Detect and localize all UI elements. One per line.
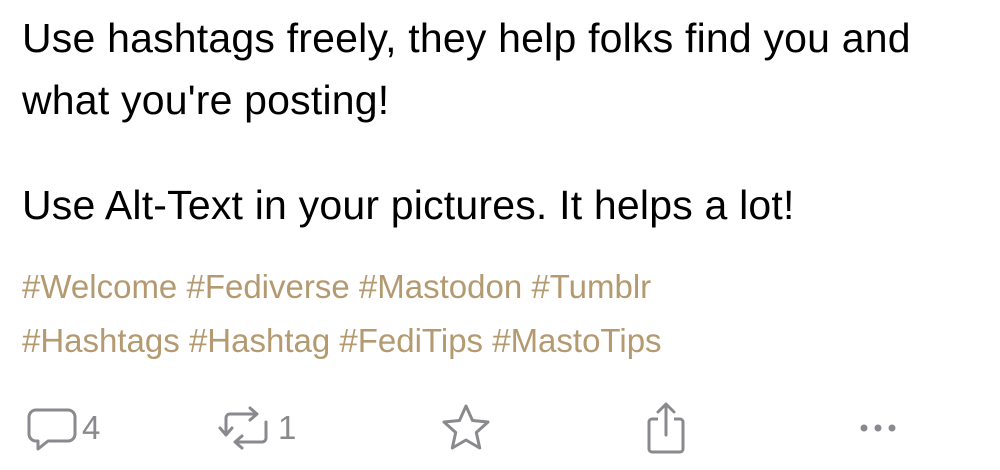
reply-count: 4 — [82, 409, 101, 446]
hashtag-hashtags[interactable]: #Hashtags — [22, 322, 180, 359]
ellipsis-icon — [860, 424, 896, 432]
hashtag-mastotips[interactable]: #MastoTips — [492, 322, 661, 359]
hashtag-tumblr[interactable]: #Tumblr — [531, 268, 651, 305]
share-icon — [647, 402, 685, 454]
post-text-paragraph-2: Use Alt-Text in your pictures. It helps … — [22, 182, 795, 228]
post-text-paragraph-1: Use hashtags freely, they help folks fin… — [22, 15, 911, 123]
boost-arrows-icon — [218, 406, 268, 450]
post: Use hashtags freely, they help folks fin… — [22, 0, 992, 470]
boost-count: 1 — [278, 409, 297, 446]
hashtag-mastodon[interactable]: #Mastodon — [359, 268, 522, 305]
hashtag-welcome[interactable]: #Welcome — [22, 268, 177, 305]
hashtag-list: #Welcome #Fediverse #Mastodon #Tumblr #H… — [22, 260, 922, 368]
post-action-bar: 4 1 — [22, 398, 992, 458]
boost-button[interactable]: 1 — [218, 398, 296, 458]
more-options-button[interactable] — [850, 398, 906, 458]
share-button[interactable] — [644, 398, 688, 458]
hashtag-fediverse[interactable]: #Fediverse — [186, 268, 349, 305]
star-icon — [442, 404, 490, 450]
hashtag-feditips[interactable]: #FediTips — [339, 322, 483, 359]
favourite-button[interactable] — [440, 398, 492, 458]
reply-button[interactable]: 4 — [26, 398, 100, 458]
hashtag-hashtag[interactable]: #Hashtag — [189, 322, 330, 359]
speech-bubble-icon — [27, 408, 77, 451]
